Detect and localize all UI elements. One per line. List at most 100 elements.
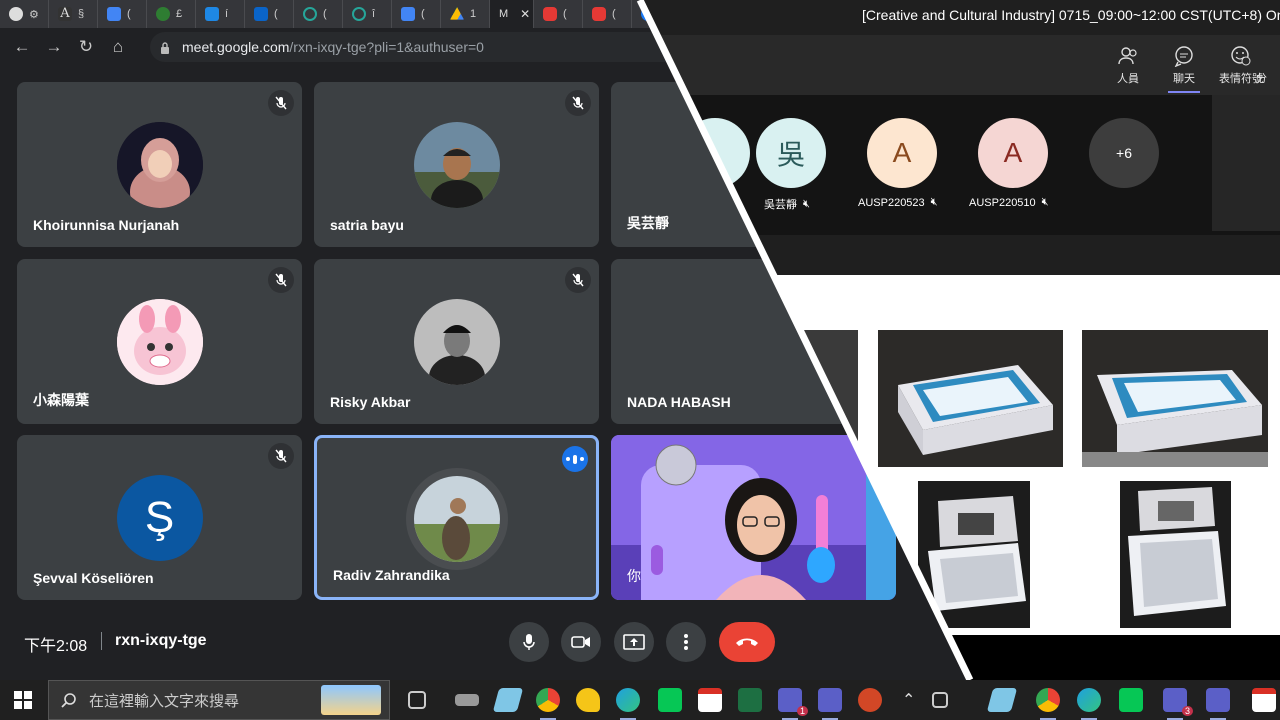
name-text: AUSP220510 bbox=[969, 196, 1036, 209]
drive-icon bbox=[450, 7, 464, 20]
avatar[interactable]: A bbox=[978, 118, 1048, 188]
participant-tile-speaking[interactable]: Radiv Zahrandika bbox=[314, 435, 599, 600]
translate-icon bbox=[107, 7, 121, 21]
mic-off-icon bbox=[268, 90, 294, 116]
back-icon[interactable]: ← bbox=[6, 37, 38, 57]
home-icon[interactable]: ⌂ bbox=[102, 37, 134, 57]
participant-tile[interactable]: 小森陽葉 bbox=[17, 259, 302, 424]
windows-taskbar: 在這裡輸入文字來搜尋 1 ⌃ 3 bbox=[0, 680, 1280, 720]
speaking-indicator-icon bbox=[562, 446, 588, 472]
mic-button[interactable] bbox=[509, 622, 549, 662]
tab-3[interactable]: ( bbox=[98, 0, 147, 28]
line-icon[interactable] bbox=[1119, 688, 1143, 712]
chat-label: 聊天 bbox=[1173, 73, 1195, 85]
participant-name: 小森陽葉 bbox=[33, 392, 89, 408]
chevron-up-icon[interactable]: ⌃ bbox=[902, 690, 915, 710]
meeting-controls-bar: 下午2:08 rxn-ixqy-tge bbox=[0, 610, 970, 670]
tab-10[interactable]: 1 bbox=[441, 0, 490, 28]
divider bbox=[101, 632, 102, 650]
tab-label: ( bbox=[563, 8, 567, 20]
chat-button[interactable]: 聊天 bbox=[1154, 45, 1214, 93]
tab-label: î bbox=[372, 8, 376, 20]
tab-label: ( bbox=[127, 8, 131, 20]
tab-label: ( bbox=[612, 8, 616, 20]
share-button[interactable]: 分 bbox=[1256, 45, 1280, 86]
network-icon[interactable] bbox=[932, 692, 948, 708]
translate-icon bbox=[401, 7, 415, 21]
teams-icon[interactable]: 1 bbox=[778, 688, 808, 720]
village-icon bbox=[321, 685, 381, 715]
start-button[interactable] bbox=[14, 691, 32, 709]
close-tab-icon[interactable]: ✕ bbox=[520, 7, 530, 21]
mic-off-icon bbox=[268, 267, 294, 293]
present-button[interactable] bbox=[614, 622, 654, 662]
edge-icon[interactable] bbox=[1077, 688, 1101, 720]
notepad-icon[interactable] bbox=[986, 688, 1018, 712]
participant-name: 吳芸靜 🔇︎ bbox=[764, 196, 810, 212]
participant-name: Radiv Zahrandika bbox=[333, 567, 450, 583]
search-icon bbox=[61, 693, 76, 708]
taskbar-search[interactable]: 在這裡輸入文字來搜尋 bbox=[48, 680, 390, 720]
notepad-icon[interactable] bbox=[492, 688, 524, 712]
tab-label: ( bbox=[274, 8, 278, 20]
reload-icon[interactable]: ↻ bbox=[70, 37, 102, 57]
self-preview bbox=[1212, 95, 1280, 231]
tab-label: ⚙ bbox=[29, 8, 39, 21]
notification-badge: 1 bbox=[796, 706, 808, 716]
tab-8[interactable]: î bbox=[343, 0, 392, 28]
self-video-tile[interactable]: 你 bbox=[611, 435, 896, 600]
tab-13[interactable]: ( bbox=[583, 0, 632, 28]
teams-icon[interactable] bbox=[1206, 688, 1230, 720]
tab-7[interactable]: ( bbox=[294, 0, 343, 28]
windows-icon bbox=[14, 691, 32, 709]
teams-icon[interactable] bbox=[818, 688, 842, 720]
people-button[interactable]: 人員 bbox=[1098, 45, 1158, 86]
emoji-icon bbox=[1231, 46, 1251, 66]
participant-name: 你 bbox=[627, 568, 641, 584]
end-call-button[interactable] bbox=[719, 622, 775, 662]
tab-9[interactable]: ( bbox=[392, 0, 441, 28]
more-participants-button[interactable]: +6 bbox=[1089, 118, 1159, 188]
forward-icon[interactable]: → bbox=[38, 37, 70, 57]
participant-tile[interactable]: Risky Akbar bbox=[314, 259, 599, 424]
participant-name: Khoirunnisa Nurjanah bbox=[33, 217, 180, 233]
tab-5[interactable]: í bbox=[196, 0, 245, 28]
pdf-icon[interactable] bbox=[1252, 688, 1276, 712]
tab-meet-active[interactable]: M ✕ bbox=[490, 0, 534, 28]
mic-off-icon bbox=[565, 267, 591, 293]
youtube-icon bbox=[592, 7, 606, 21]
present-icon bbox=[623, 634, 645, 650]
tab-12[interactable]: ( bbox=[534, 0, 583, 28]
tab-1[interactable]: ⚙ bbox=[0, 0, 49, 28]
tab-6[interactable]: ( bbox=[245, 0, 294, 28]
excel-icon[interactable] bbox=[738, 688, 762, 712]
edge-icon[interactable] bbox=[616, 688, 640, 720]
tab-4[interactable]: £ bbox=[147, 0, 196, 28]
plasticine-icon[interactable] bbox=[576, 688, 600, 712]
avatar[interactable]: 吳 bbox=[756, 118, 826, 188]
tab-2[interactable]: A § bbox=[49, 0, 98, 28]
avatar[interactable]: A bbox=[867, 118, 937, 188]
usb-icon[interactable] bbox=[455, 694, 479, 706]
camera-icon bbox=[571, 636, 590, 648]
line-icon[interactable] bbox=[658, 688, 682, 712]
chrome-icon[interactable] bbox=[536, 688, 560, 720]
tab-label: ( bbox=[323, 8, 327, 20]
task-view-icon[interactable] bbox=[408, 691, 426, 709]
more-options-button[interactable] bbox=[666, 622, 706, 662]
participant-tile[interactable]: satria bayu bbox=[314, 82, 599, 247]
tab-label: § bbox=[78, 8, 85, 20]
mic-off-icon: 🔇︎ bbox=[803, 197, 810, 210]
avatar bbox=[116, 299, 203, 385]
doc-icon bbox=[205, 7, 219, 21]
chrome-icon[interactable] bbox=[1036, 688, 1060, 720]
scribe-icon bbox=[303, 7, 317, 21]
pdf-icon[interactable] bbox=[698, 688, 722, 712]
tab-label: M bbox=[499, 8, 509, 20]
camera-button[interactable] bbox=[561, 622, 601, 662]
self-video-feed bbox=[611, 435, 896, 600]
powerpoint-icon[interactable] bbox=[858, 688, 882, 712]
participant-tile[interactable]: Khoirunnisa Nurjanah bbox=[17, 82, 302, 247]
participant-tile[interactable]: Ş Şevval Köseliören bbox=[17, 435, 302, 600]
teams-icon[interactable]: 3 bbox=[1163, 688, 1193, 720]
